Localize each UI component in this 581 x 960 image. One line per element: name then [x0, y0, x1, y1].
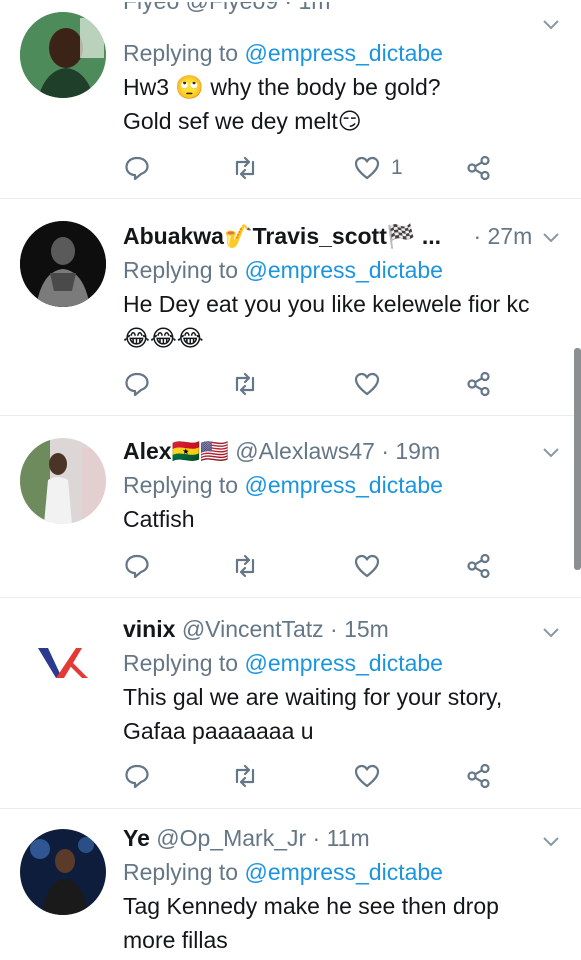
tweet-text-line: 😂😂😂	[123, 325, 204, 351]
username[interactable]: @VincentTatz	[182, 616, 324, 642]
retweet-button[interactable]	[231, 551, 259, 581]
share-button[interactable]	[465, 551, 493, 581]
like-button[interactable]	[353, 551, 381, 581]
avatar-photo	[20, 12, 106, 98]
tweet-actions	[123, 761, 503, 791]
timestamp[interactable]: · 11m	[313, 825, 370, 851]
tweet-item[interactable]: vinix @VincentTatz · 15m Replying to @em…	[0, 598, 581, 809]
tweet-text-line: Hw3 🙄 why the body be gold?	[123, 74, 441, 100]
chevron-down-icon[interactable]	[541, 831, 561, 851]
share-button[interactable]	[465, 369, 493, 399]
chevron-down-icon[interactable]	[541, 442, 561, 462]
avatar[interactable]	[20, 620, 106, 706]
retweet-icon	[235, 372, 255, 396]
reply-button[interactable]	[123, 761, 151, 791]
retweet-button[interactable]	[231, 761, 259, 791]
tweet-body: Abuakwa🎷Travis_scott🏁 ... · 27m Replying…	[123, 219, 561, 355]
reply-context: Replying to @empress_dictabe	[123, 472, 443, 498]
like-button[interactable]	[353, 761, 381, 791]
display-name[interactable]: vinix	[123, 616, 175, 642]
reply-button[interactable]	[123, 551, 151, 581]
like-button[interactable]	[353, 369, 381, 399]
mention-link[interactable]: @empress_dictabe	[244, 859, 443, 885]
heart-icon	[354, 372, 380, 396]
avatar[interactable]	[20, 12, 106, 98]
mention-link[interactable]: @empress_dictabe	[244, 40, 443, 66]
reply-context: Replying to @empress_dictabe	[123, 257, 443, 283]
tweet-body: Ye @Op_Mark_Jr · 11m Replying to @empres…	[123, 821, 561, 957]
tweet-text-line: Catfish	[123, 506, 195, 532]
tweet-actions: 1	[123, 153, 503, 183]
avatar-photo	[20, 221, 106, 307]
reply-context: Replying to @empress_dictabe	[123, 650, 443, 676]
share-button[interactable]	[465, 153, 493, 183]
heart-icon	[354, 554, 380, 578]
avatar-photo	[20, 829, 106, 915]
like-count: 1	[391, 156, 403, 179]
reply-icon	[125, 372, 149, 397]
share-button[interactable]	[465, 761, 493, 791]
avatar-photo	[20, 438, 106, 524]
share-icon	[467, 155, 490, 181]
tweet-feed: Fiyeo @Fiyeo9 · 1m Replying to @empress_…	[0, 0, 581, 960]
chevron-down-icon[interactable]	[541, 622, 561, 642]
tweet-header: Abuakwa🎷Travis_scott🏁 ... · 27m	[123, 219, 561, 253]
tweet-text-line: This gal we are waiting for your story,	[123, 684, 503, 710]
heart-icon	[354, 156, 380, 180]
tweet-item[interactable]: Abuakwa🎷Travis_scott🏁 ... · 27m Replying…	[0, 199, 581, 416]
reply-icon	[125, 764, 149, 789]
timestamp[interactable]: · 27m	[473, 223, 532, 249]
share-icon	[467, 553, 490, 579]
tweet-item[interactable]: Ye @Op_Mark_Jr · 11m Replying to @empres…	[0, 809, 581, 960]
like-button[interactable]: 1	[353, 153, 403, 183]
avatar-logo	[20, 620, 106, 706]
mention-link[interactable]: @empress_dictabe	[244, 472, 443, 498]
avatar[interactable]	[20, 221, 106, 307]
retweet-button[interactable]	[231, 369, 259, 399]
mention-link[interactable]: @empress_dictabe	[244, 650, 443, 676]
reply-icon	[125, 156, 149, 181]
display-name[interactable]: Alex🇬🇭🇺🇸	[123, 438, 229, 464]
retweet-button[interactable]	[231, 153, 259, 183]
tweet-text-line: more fillas	[123, 927, 228, 953]
tweet-body: Replying to @empress_dictabe Hw3 🙄 why t…	[123, 36, 561, 138]
tweet-body: Alex🇬🇭🇺🇸 @Alexlaws47 · 19m Replying to @…	[123, 434, 561, 536]
tweet-header: Alex🇬🇭🇺🇸 @Alexlaws47 · 19m	[123, 434, 561, 468]
reply-icon	[125, 554, 149, 579]
tweet-header: vinix @VincentTatz · 15m	[123, 612, 561, 646]
chevron-down-icon[interactable]	[541, 227, 561, 247]
chevron-down-icon[interactable]	[541, 14, 561, 34]
reply-context: Replying to @empress_dictabe	[123, 40, 443, 66]
mention-link[interactable]: @empress_dictabe	[244, 257, 443, 283]
tweet-text-line: Gold sef we dey melt😏	[123, 108, 362, 134]
tweet-item[interactable]: Alex🇬🇭🇺🇸 @Alexlaws47 · 19m Replying to @…	[0, 416, 581, 598]
avatar[interactable]	[20, 438, 106, 524]
retweet-icon	[235, 764, 255, 788]
reply-button[interactable]	[123, 369, 151, 399]
scrollbar-thumb[interactable]	[574, 348, 581, 570]
retweet-icon	[235, 156, 255, 180]
reply-button[interactable]	[123, 153, 151, 183]
avatar[interactable]	[20, 829, 106, 915]
timestamp[interactable]: · 19m	[381, 438, 440, 464]
tweet-item[interactable]: Replying to @empress_dictabe Hw3 🙄 why t…	[0, 0, 581, 199]
timestamp[interactable]: · 15m	[330, 616, 389, 642]
tweet-text-line: Gafaa paaaaaaa u	[123, 718, 314, 744]
username[interactable]: @Op_Mark_Jr	[156, 825, 306, 851]
tweet-text-line: Tag Kennedy make he see then drop	[123, 893, 499, 919]
display-name[interactable]: Ye	[123, 825, 150, 851]
reply-context: Replying to @empress_dictabe	[123, 859, 443, 885]
username[interactable]: @Alexlaws47	[235, 438, 375, 464]
tweet-text-line: He Dey eat you you like kelewele fior kc	[123, 291, 530, 317]
tweet-actions	[123, 551, 503, 581]
display-name[interactable]: Abuakwa🎷Travis_scott🏁 ...	[123, 223, 441, 249]
share-icon	[467, 371, 490, 397]
heart-icon	[354, 764, 380, 788]
retweet-icon	[235, 554, 255, 578]
share-icon	[467, 763, 490, 789]
tweet-actions	[123, 369, 503, 399]
tweet-header: Ye @Op_Mark_Jr · 11m	[123, 821, 561, 855]
tweet-body: vinix @VincentTatz · 15m Replying to @em…	[123, 612, 561, 748]
